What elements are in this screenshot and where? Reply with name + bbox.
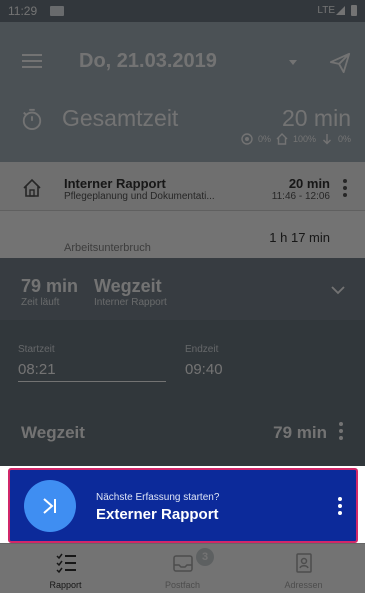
bottom-navigation: Rapport 3 Postfach Adressen — [0, 543, 365, 593]
travel-time-value: 79 min — [273, 423, 327, 442]
menu-icon[interactable] — [22, 54, 42, 68]
send-icon[interactable] — [329, 52, 351, 74]
nav-item-adressen[interactable]: Adressen — [243, 544, 364, 593]
stopwatch-icon — [22, 108, 42, 130]
chevron-down-icon[interactable] — [331, 283, 345, 297]
entry-subtitle: Pflegeplanung und Dokumentati... — [64, 191, 215, 202]
start-time-field[interactable]: 08:21 — [18, 361, 56, 378]
list-icon — [55, 553, 76, 574]
stat-value: 0% — [257, 134, 271, 144]
home-icon — [276, 133, 288, 145]
start-time-label: Startzeit — [18, 344, 55, 355]
entry-title: Interner Rapport — [64, 176, 166, 191]
inbox-icon — [172, 555, 193, 572]
nav-label: Adressen — [284, 580, 323, 590]
total-time-label: Gesamtzeit — [62, 105, 179, 131]
next-entry-prompt[interactable]: Nächste Erfassung starten? Externer Rapp… — [8, 468, 358, 543]
next-entry-title: Externer Rapport — [96, 506, 219, 523]
app-header: Do, 21.03.2019 Gesamtzeit 20 min 0% 100%… — [0, 22, 365, 162]
status-time: 11:29 — [8, 4, 38, 18]
entry-time-range: 11:46 - 12:06 — [271, 191, 330, 202]
entry-duration: 20 min — [288, 176, 330, 191]
more-options-icon[interactable] — [339, 422, 343, 443]
nav-label: Rapport — [49, 580, 82, 590]
nav-item-rapport[interactable]: Rapport — [5, 544, 126, 593]
entry-duration: 1 h 17 min — [269, 230, 330, 245]
nav-item-postfach[interactable]: 3 Postfach — [122, 544, 243, 593]
total-time-value: 20 min — [281, 105, 351, 131]
timer-status: Zeit läuft — [21, 297, 60, 308]
travel-time-label: Wegzeit — [21, 423, 85, 442]
app-screen: 11:29 LTE Do, 21.03.2019 Gesamtzeit 20 m… — [0, 0, 365, 593]
start-next-button[interactable] — [24, 480, 76, 532]
money-icon — [241, 133, 253, 145]
battery-icon — [351, 5, 357, 16]
running-timer-bar[interactable]: 79 min Zeit läuft Wegzeit Interner Rappo… — [0, 258, 365, 320]
notification-icon — [50, 6, 64, 16]
stat-value: 100% — [292, 134, 316, 144]
signal-icon — [336, 6, 345, 15]
network-label: LTE — [317, 5, 335, 16]
timer-subtitle: Interner Rapport — [94, 297, 167, 308]
skip-next-icon — [43, 498, 56, 514]
start-time-underline — [18, 381, 166, 382]
end-time-label: Endzeit — [185, 344, 219, 355]
chevron-down-icon[interactable] — [289, 60, 297, 65]
nav-label: Postfach — [164, 580, 201, 590]
list-item[interactable]: Interner Rapport Pflegeplanung und Dokum… — [0, 162, 365, 210]
list-item[interactable]: Arbeitsunterbruch 1 h 17 min — [0, 211, 365, 258]
date-selector[interactable]: Do, 21.03.2019 — [79, 50, 217, 73]
arrow-down-icon — [322, 134, 331, 145]
more-options-icon[interactable] — [343, 179, 347, 200]
contacts-icon — [295, 553, 312, 573]
entry-title: Arbeitsunterbruch — [64, 242, 151, 254]
house-icon — [23, 178, 41, 197]
more-options-icon[interactable] — [338, 497, 342, 518]
stat-value: 0% — [337, 134, 351, 144]
status-bar: 11:29 LTE — [0, 0, 365, 22]
timer-title: Wegzeit — [94, 276, 162, 296]
timer-minutes: 79 min — [21, 276, 79, 296]
end-time-value: 09:40 — [185, 361, 223, 378]
timer-detail-panel: Startzeit 08:21 Endzeit 09:40 Wegzeit 79… — [0, 320, 365, 466]
unread-badge: 3 — [196, 548, 214, 566]
time-breakdown: 0% 100% 0% — [241, 133, 351, 145]
next-entry-hint: Nächste Erfassung starten? — [96, 492, 220, 503]
